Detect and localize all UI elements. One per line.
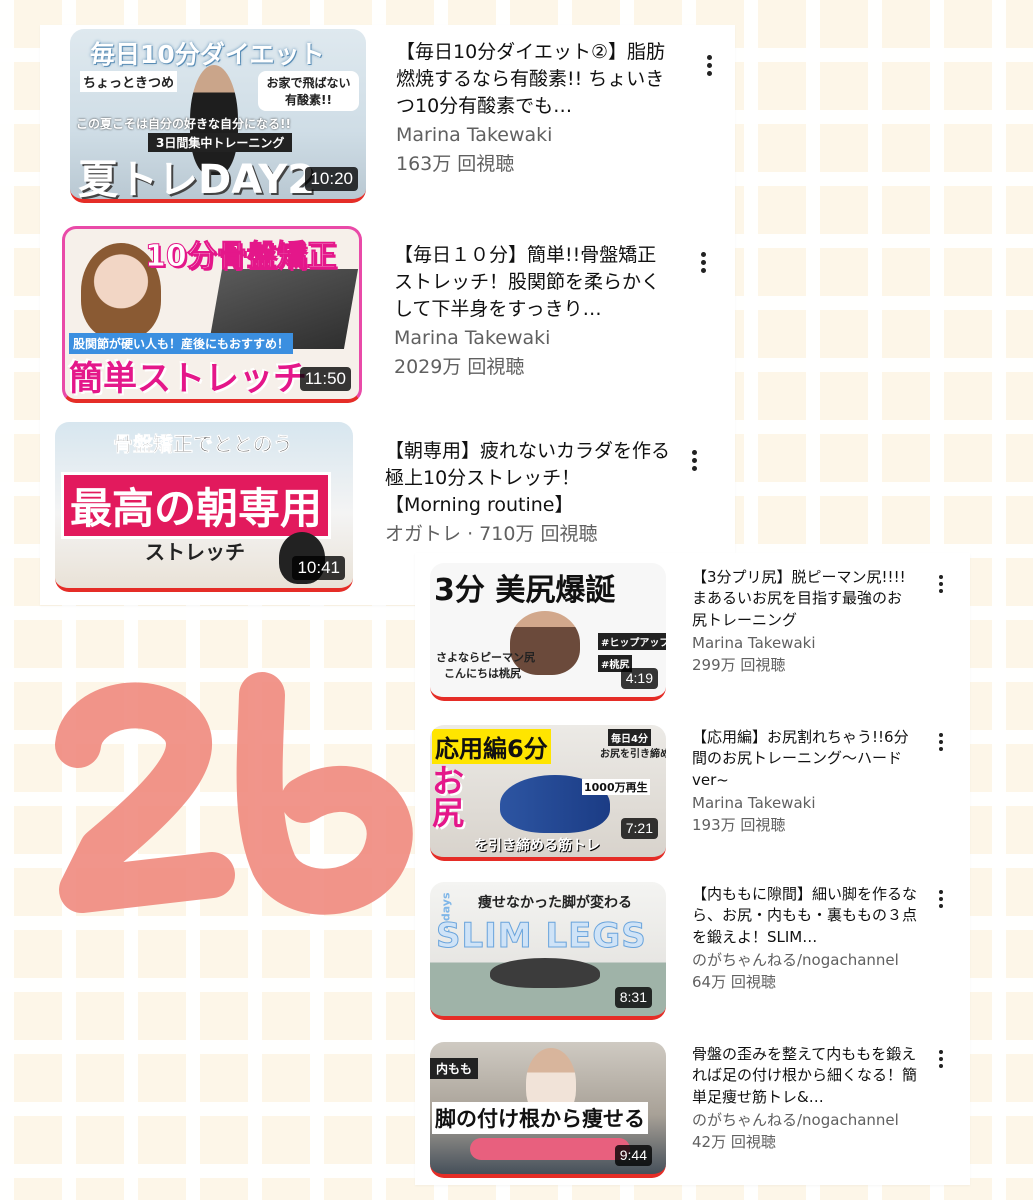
thumbnail-count: 1000万再生 [582,779,650,795]
video-views: 163万 回視聴 [396,153,515,176]
video-item[interactable]: 応用編6分 毎日4分 お尻 お尻を引き締める 1000万再生 を引き締める筋トレ… [430,723,960,863]
thumbnail-badge: 毎日4分 [608,729,651,746]
thumbnail-caption: この夏こそは自分の好きな自分になる!! [76,117,291,131]
video-title[interactable]: 骨盤の歪みを整えて内ももを鍛えれば足の付け根から細くなる！簡単足痩せ筋トレ&… [692,1044,917,1108]
thumbnail-big-text: 最高の朝専用 [61,472,332,539]
thumbnail-title: 骨盤矯正でととのう [113,432,293,457]
video-channel[interactable]: Marina Takewaki [692,793,922,813]
separator: · [467,523,474,546]
video-duration: 10:20 [305,166,358,191]
video-title[interactable]: 【内ももに隙間】細い脚を作るなら、お尻・内もも・裏ももの３点を鍛えよ！SLIM… [692,884,917,948]
thumbnail-title: 痩せなかった脚が変わる [478,895,632,911]
video-views: 64万 回視聴 [692,973,776,992]
video-thumbnail[interactable]: 毎日10分ダイエット ちょっときつめ お家で飛ばない有酸素!! この夏こそは自分… [70,29,366,203]
thumbnail-caption: こんにちは桃尻 [444,667,521,680]
thumbnail-title: 応用編6分 [432,729,551,764]
video-views: 2029万 回視聴 [394,356,525,379]
video-channel[interactable]: のがちゃんねる/nogachannel [692,950,932,970]
more-options-icon[interactable] [936,575,946,593]
thumbnail-title: 10分骨盤矯正 [145,239,338,275]
video-thumbnail[interactable]: 骨盤矯正でととのう 最高の朝専用 ストレッチ 10:41 [55,422,353,592]
video-meta: 骨盤の歪みを整えて内ももを鍛えれば足の付け根から細くなる！簡単足痩せ筋トレ&… … [692,1044,932,1152]
video-byline: オガトレ · 710万 回視聴 [385,522,675,548]
more-options-icon[interactable] [936,1050,946,1068]
video-duration: 10:41 [292,555,345,580]
video-thumbnail[interactable]: 応用編6分 毎日4分 お尻 お尻を引き締める 1000万再生 を引き締める筋トレ… [430,725,666,861]
video-item[interactable]: 14days 痩せなかった脚が変わる SLIM LEGS 8:31 【内ももに隙… [430,880,960,1020]
video-thumbnail[interactable]: 内もも 脚の付け根から痩せる 9:44 [430,1042,666,1178]
more-options-icon[interactable] [689,450,699,471]
more-options-icon[interactable] [936,890,946,908]
video-item[interactable]: 内もも 脚の付け根から痩せる 9:44 骨盤の歪みを整えて内ももを鍛えれば足の付… [430,1040,960,1180]
thumbnail-bottom-text: を引き締める筋トレ [474,838,600,854]
more-options-icon[interactable] [704,55,714,76]
video-views: 193万 回視聴 [692,816,786,835]
video-meta: 【応用編】お尻割れちゃう!!6分間のお尻トレーニング〜ハードver~ Marin… [692,727,922,835]
thumbnail-big-text: 夏トレDAY2 [78,157,316,203]
video-views: 299万 回視聴 [692,656,786,675]
video-duration: 11:50 [299,366,351,391]
thumbnail-big-text: 脚の付け根から痩せる [432,1102,648,1134]
thumbnail-title: 3分 美尻爆誕 [434,573,616,608]
video-channel[interactable]: Marina Takewaki [692,633,912,653]
person-image [490,958,600,988]
video-duration: 7:21 [620,818,658,839]
video-thumbnail[interactable]: 14days 痩せなかった脚が変わる SLIM LEGS 8:31 [430,882,666,1020]
video-views: 710万 回視聴 [479,523,598,546]
video-title[interactable]: 【朝専用】疲れないカラダを作る極上10分ストレッチ！【Morning routi… [385,438,675,519]
video-channel[interactable]: Marina Takewaki [394,326,669,352]
thumbnail-tag: 内もも [430,1058,479,1079]
number-sticker: 26 [42,650,442,950]
video-item[interactable]: 毎日10分ダイエット ちょっときつめ お家で飛ばない有酸素!! この夏こそは自分… [70,25,730,205]
video-meta: 【朝専用】疲れないカラダを作る極上10分ストレッチ！【Morning routi… [385,438,675,548]
video-channel[interactable]: オガトレ [385,523,461,545]
thumbnail-caption: さよならピーマン尻 [436,651,535,664]
number-26-drawing [55,672,413,915]
thumbnail-subtitle: ストレッチ [145,540,245,564]
video-item[interactable]: 3分 美尻爆誕 #ヒップアップ #桃尻 さよならピーマン尻 こんにちは桃尻 4:… [430,563,960,703]
video-title[interactable]: 【毎日１０分】簡単!!骨盤矯正ストレッチ！股関節を柔らかくして下半身をすっきり… [394,242,669,323]
video-thumbnail[interactable]: 3分 美尻爆誕 #ヒップアップ #桃尻 さよならピーマン尻 こんにちは桃尻 4:… [430,563,666,701]
video-channel[interactable]: Marina Takewaki [396,123,666,149]
video-item[interactable]: 10分骨盤矯正 股関節が硬い人も！産後にもおすすめ！ 簡単ストレッチ 11:50… [62,222,732,403]
more-options-icon[interactable] [936,733,946,751]
more-options-icon[interactable] [698,252,708,273]
video-title[interactable]: 【応用編】お尻割れちゃう!!6分間のお尻トレーニング〜ハードver~ [692,727,922,791]
video-meta: 【3分プリ尻】脱ピーマン尻!!!!まあるいお尻を目指す最強のお尻トレーニング M… [692,567,912,675]
video-meta: 【内ももに隙間】細い脚を作るなら、お尻・内もも・裏ももの３点を鍛えよ！SLIM…… [692,884,932,992]
video-title[interactable]: 【毎日10分ダイエット②】脂肪燃焼するなら有酸素!! ちょいきつ10分有酸素でも… [396,39,666,120]
thumbnail-side-text: お尻を引き締める [600,749,666,760]
video-duration: 9:44 [614,1145,652,1166]
video-views: 42万 回視聴 [692,1133,776,1152]
video-meta: 【毎日10分ダイエット②】脂肪燃焼するなら有酸素!! ちょいきつ10分有酸素でも… [396,39,666,178]
thumbnail-badge: ちょっときつめ [80,71,178,92]
video-title[interactable]: 【3分プリ尻】脱ピーマン尻!!!!まあるいお尻を目指す最強のお尻トレーニング [692,567,912,631]
thumbnail-big-text: SLIM LEGS [436,916,647,957]
thumbnail-big-text: 簡単ストレッチ [69,359,307,399]
video-meta: 【毎日１０分】簡単!!骨盤矯正ストレッチ！股関節を柔らかくして下半身をすっきり…… [394,242,669,381]
thumbnail-tag: #ヒップアップ [598,633,666,650]
video-channel[interactable]: のがちゃんねる/nogachannel [692,1110,932,1130]
video-duration: 4:19 [620,668,658,689]
video-duration: 8:31 [614,987,652,1008]
thumbnail-badge: お家で飛ばない有酸素!! [258,71,359,111]
video-thumbnail[interactable]: 10分骨盤矯正 股関節が硬い人も！産後にもおすすめ！ 簡単ストレッチ 11:50 [62,226,362,403]
legs-image [470,1138,630,1160]
